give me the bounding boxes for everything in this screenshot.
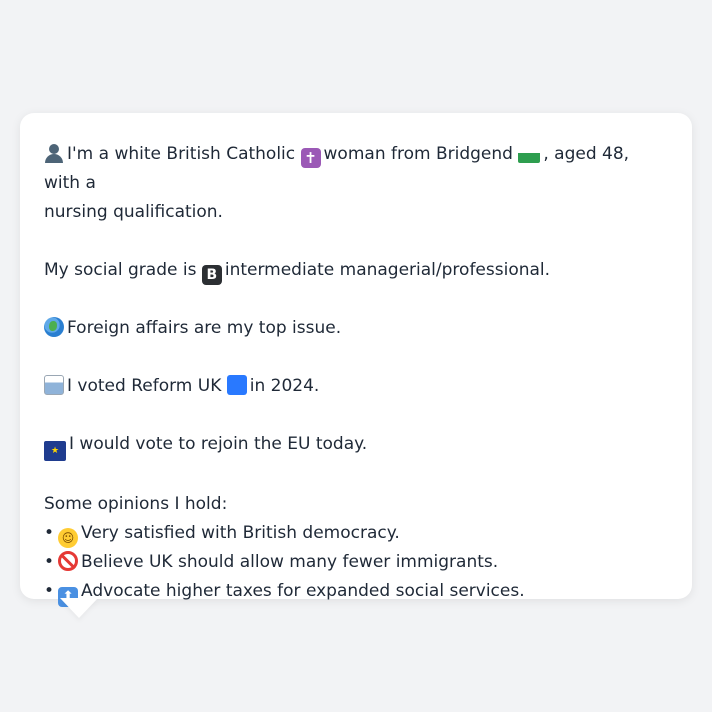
globe-icon <box>44 317 64 337</box>
bubble-tail <box>60 598 98 618</box>
b-button-icon: B <box>201 265 222 285</box>
intro-text-d: nursing qualification. <box>44 202 223 222</box>
grade-text-b: intermediate managerial/professional. <box>224 260 551 280</box>
persona-bubble: I'm a white British Catholic ✝ woman from… <box>20 113 692 618</box>
social-grade-line: My social grade is Bintermediate manager… <box>44 256 668 285</box>
bullet: • <box>44 552 55 572</box>
person-icon <box>44 143 64 163</box>
latin-cross-icon: ✝ <box>300 148 321 168</box>
issue-text: Foreign affairs are my top issue. <box>67 318 342 338</box>
intro-paragraph: I'm a white British Catholic ✝ woman from… <box>44 140 668 227</box>
wales-flag-icon <box>518 143 541 163</box>
opinion-text: Advocate higher taxes for expanded socia… <box>81 581 525 601</box>
ballot-box-icon <box>44 375 64 395</box>
eu-flag-icon: ★ <box>44 441 66 461</box>
eu-line: ★ I would vote to rejoin the EU today. <box>44 430 668 461</box>
smiling-face-icon: ☺ <box>58 528 79 548</box>
intro-text-b: woman from Bridgend <box>323 144 513 164</box>
opinions-header: Some opinions I hold: <box>44 494 228 514</box>
opinion-item: • Believe UK should allow many fewer immi… <box>44 548 668 577</box>
grade-text-a: My social grade is <box>44 260 197 280</box>
blue-square-icon <box>226 375 247 395</box>
vote-line: I voted Reform UK in 2024. <box>44 372 668 401</box>
opinion-text: Very satisfied with British democracy. <box>81 523 400 543</box>
prohibited-icon <box>58 551 79 571</box>
intro-text-a: I'm a white British Catholic <box>67 144 296 164</box>
bullet: • <box>44 581 55 601</box>
top-issue-line: Foreign affairs are my top issue. <box>44 314 668 343</box>
vote-text-a: I voted Reform UK <box>67 376 222 396</box>
bullet: • <box>44 523 55 543</box>
eu-text: I would vote to rejoin the EU today. <box>69 434 368 454</box>
opinion-text: Believe UK should allow many fewer immig… <box>81 552 499 572</box>
opinion-item: • ⬆ Advocate higher taxes for expanded soc… <box>44 577 668 607</box>
opinion-item: • ☺ Very satisfied with British democracy. <box>44 519 668 548</box>
vote-text-b: in 2024. <box>249 376 320 396</box>
